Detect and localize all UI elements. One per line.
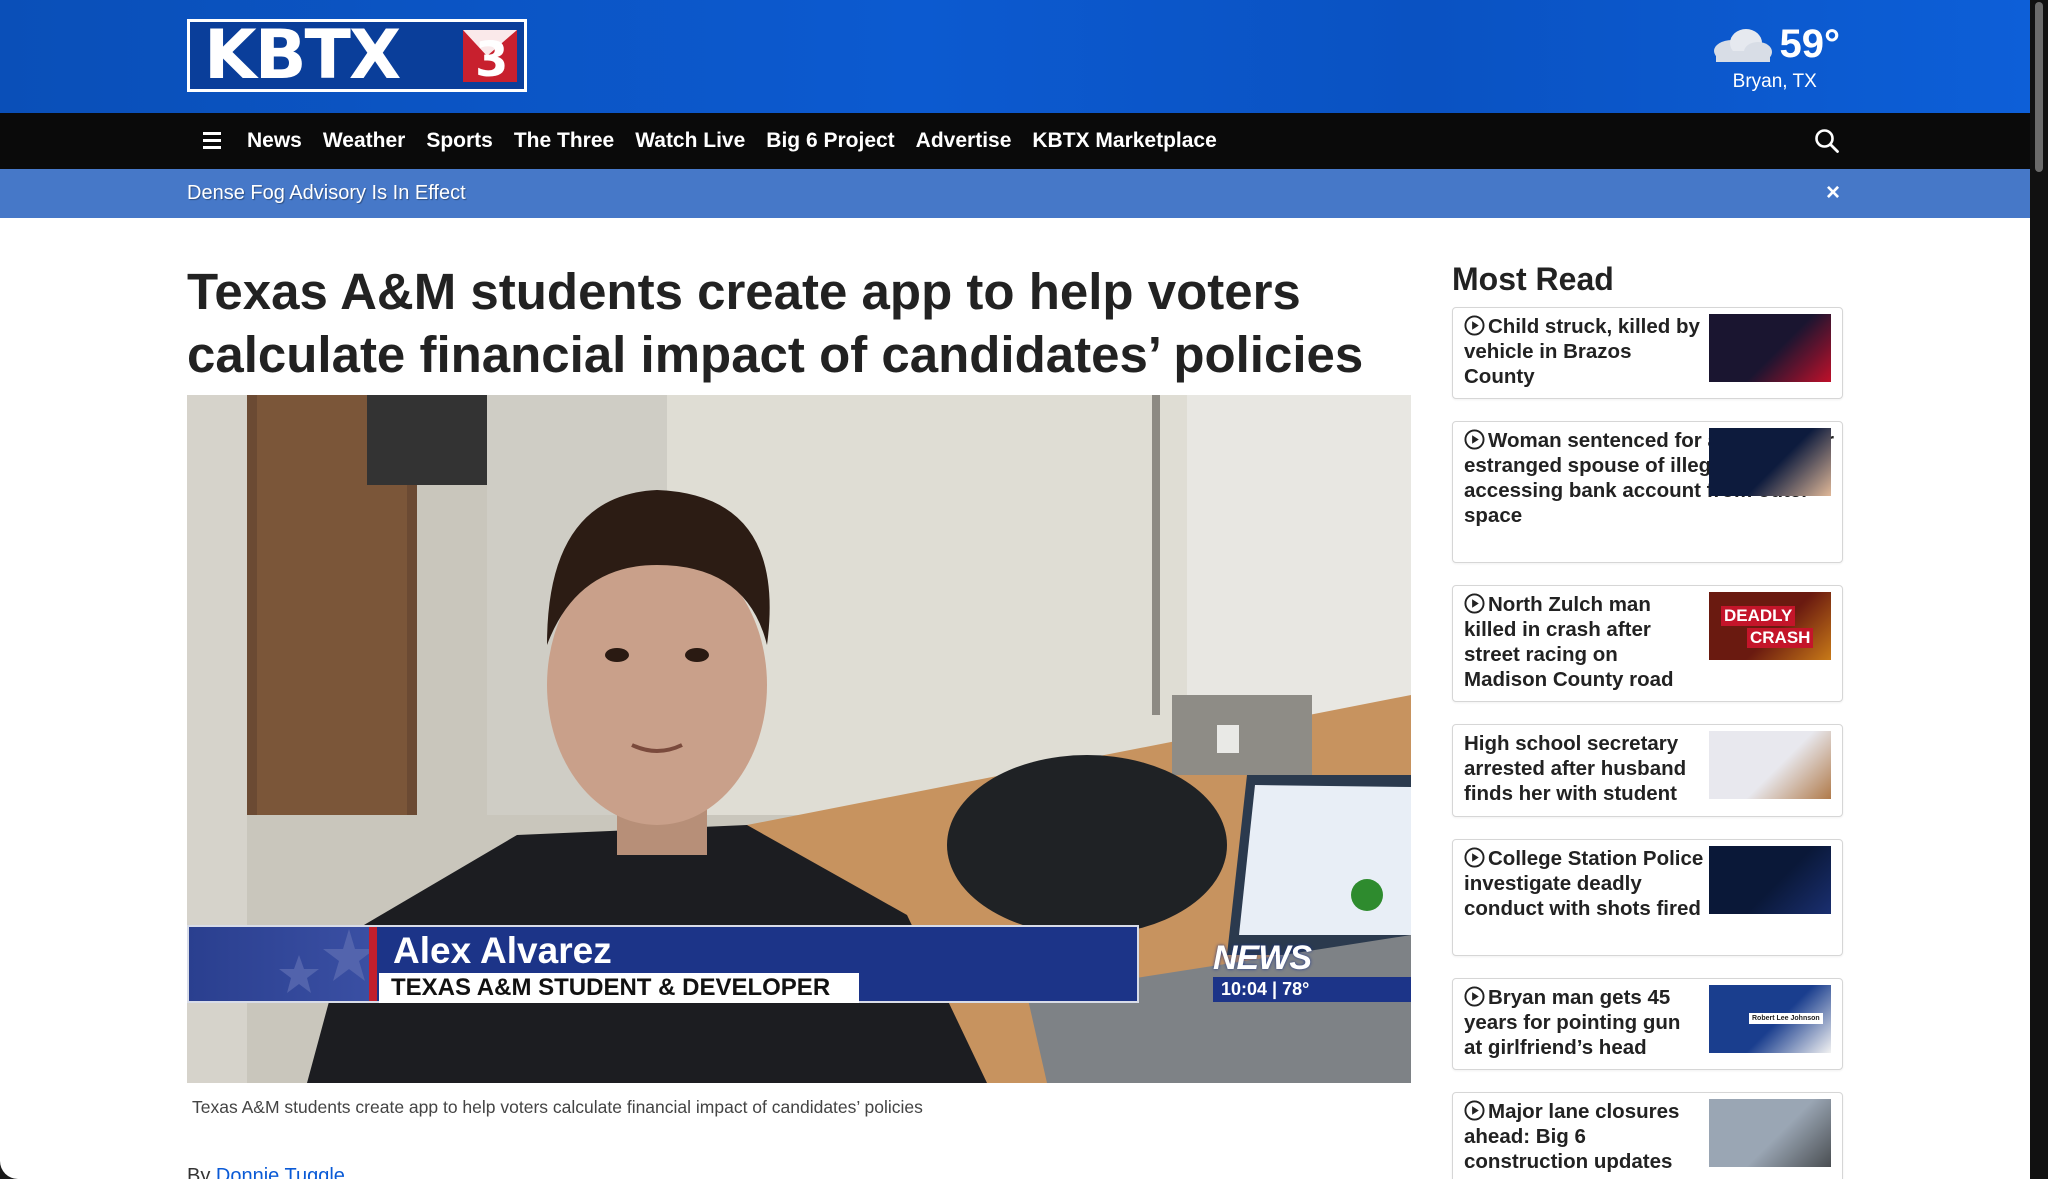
flag-graphic	[189, 927, 375, 1001]
most-read-thumbnail[interactable]: DEADLY CRASH	[1709, 592, 1831, 660]
nav-item-big-6-project[interactable]: Big 6 Project	[766, 129, 894, 153]
nav-item-watch-live[interactable]: Watch Live	[635, 129, 745, 153]
most-read-thumbnail[interactable]	[1709, 314, 1831, 382]
most-read-item[interactable]: Child struck, killed by vehicle in Brazo…	[1452, 307, 1843, 399]
close-icon[interactable]: ×	[1826, 179, 1840, 207]
news-bug-logo: NEWS	[1213, 939, 1312, 977]
search-icon[interactable]	[1814, 128, 1840, 154]
most-read-item-text[interactable]: High school secretary arrested after hus…	[1464, 731, 1704, 806]
play-icon	[1464, 986, 1485, 1007]
most-read-thumbnail[interactable]	[1709, 846, 1831, 914]
nav-item-advertise[interactable]: Advertise	[916, 129, 1012, 153]
station-bug: NEWS 10:04 | 78°	[1213, 939, 1411, 1002]
most-read-thumbnail[interactable]	[1709, 1099, 1831, 1167]
bug-time-temp: 10:04 | 78°	[1213, 977, 1411, 1002]
nav-item-sports[interactable]: Sports	[426, 129, 493, 153]
hamburger-menu-icon[interactable]	[203, 132, 221, 149]
weather-temp: 59°	[1779, 22, 1841, 66]
hero-caption: Texas A&M students create app to help vo…	[192, 1097, 923, 1117]
nav-item-weather[interactable]: Weather	[323, 129, 405, 153]
most-read-item-title: College Station Police investigate deadl…	[1464, 847, 1704, 920]
most-read-item[interactable]: Major lane closures ahead: Big 6 constru…	[1452, 1092, 1843, 1179]
nav-items: News Weather Sports The Three Watch Live Big …	[247, 113, 1217, 169]
video-lower-third: Alex Alvarez TEXAS A&M STUDENT & DEVELOP…	[187, 925, 1139, 1003]
most-read-thumbnail[interactable]	[1709, 731, 1831, 799]
most-read-heading: Most Read	[1452, 261, 1614, 297]
most-read-item[interactable]: Woman sentenced for accusing her estrang…	[1452, 421, 1843, 563]
star-icon	[279, 929, 375, 993]
most-read-item[interactable]: High school secretary arrested after hus…	[1452, 724, 1843, 817]
cloud-icon	[1713, 28, 1772, 62]
thumbnail-label: DEADLY	[1721, 606, 1796, 626]
weather-widget[interactable]: 59° Bryan, TX	[1710, 22, 1841, 93]
most-read-item[interactable]: College Station Police investigate deadl…	[1452, 839, 1843, 956]
byline-prefix: By	[187, 1165, 216, 1179]
lower-third-accent	[369, 927, 377, 1001]
browser-page: KBTX 3 59° Bryan, TX News Weather Sports…	[0, 0, 2030, 1179]
lower-third-name: Alex Alvarez	[393, 930, 612, 971]
nav-item-kbtx-marketplace[interactable]: KBTX Marketplace	[1032, 129, 1216, 153]
most-read-item-text[interactable]: Bryan man gets 45 years for pointing gun…	[1464, 985, 1704, 1060]
page-scrollbar[interactable]	[2030, 0, 2048, 1179]
lower-third-title: TEXAS A&M STUDENT & DEVELOPER	[391, 974, 831, 1001]
nav-item-news[interactable]: News	[247, 129, 302, 153]
most-read-item-title: Child struck, killed by vehicle in Brazo…	[1464, 315, 1700, 388]
play-icon	[1464, 1100, 1485, 1121]
most-read-item-title: High school secretary arrested after hus…	[1464, 732, 1687, 805]
article-byline: By Donnie Tuggle	[187, 1165, 345, 1179]
lower-third-title-box: TEXAS A&M STUDENT & DEVELOPER	[379, 973, 859, 1003]
most-read-item-text[interactable]: North Zulch man killed in crash after st…	[1464, 592, 1704, 692]
logo-3-badge-icon: 3	[463, 30, 517, 86]
svg-text:3: 3	[475, 32, 508, 86]
thumbnail-label: CRASH	[1747, 628, 1814, 648]
kbtx-logo[interactable]: KBTX 3	[187, 19, 527, 92]
main-nav: News Weather Sports The Three Watch Live Big …	[0, 113, 2030, 169]
most-read-item[interactable]: North Zulch man killed in crash after st…	[1452, 585, 1843, 702]
most-read-item-title: North Zulch man killed in crash after st…	[1464, 593, 1674, 691]
article-headline: Texas A&M students create app to help vo…	[187, 263, 1364, 383]
play-icon	[1464, 593, 1485, 614]
play-icon	[1464, 315, 1485, 336]
logo-text: KBTX	[204, 15, 401, 95]
author-link[interactable]: Donnie Tuggle	[216, 1165, 345, 1179]
scrollbar-thumb[interactable]	[2035, 2, 2043, 172]
weather-alert-banner[interactable]: Dense Fog Advisory Is In Effect ×	[0, 169, 2030, 218]
play-icon	[1464, 429, 1485, 450]
most-read-item-title: Major lane closures ahead: Big 6 constru…	[1464, 1100, 1680, 1173]
thumbnail-label: Robert Lee Johnson	[1749, 1013, 1823, 1024]
play-icon	[1464, 847, 1485, 868]
alert-text[interactable]: Dense Fog Advisory Is In Effect	[187, 182, 466, 205]
most-read-thumbnail[interactable]: Robert Lee Johnson	[1709, 985, 1831, 1053]
most-read-item-text[interactable]: Child struck, killed by vehicle in Brazo…	[1464, 314, 1704, 389]
weather-location: Bryan, TX	[1732, 71, 1817, 92]
most-read-thumbnail[interactable]	[1709, 428, 1831, 496]
most-read-item[interactable]: Bryan man gets 45 years for pointing gun…	[1452, 978, 1843, 1070]
most-read-item-title: Bryan man gets 45 years for pointing gun…	[1464, 986, 1681, 1059]
nav-item-the-three[interactable]: The Three	[514, 129, 614, 153]
site-header: KBTX 3 59° Bryan, TX	[0, 0, 2030, 113]
most-read-item-text[interactable]: College Station Police investigate deadl…	[1464, 846, 1704, 921]
most-read-item-text[interactable]: Major lane closures ahead: Big 6 constru…	[1464, 1099, 1704, 1174]
article-hero-video[interactable]: Alex Alvarez TEXAS A&M STUDENT & DEVELOP…	[187, 395, 1411, 1083]
